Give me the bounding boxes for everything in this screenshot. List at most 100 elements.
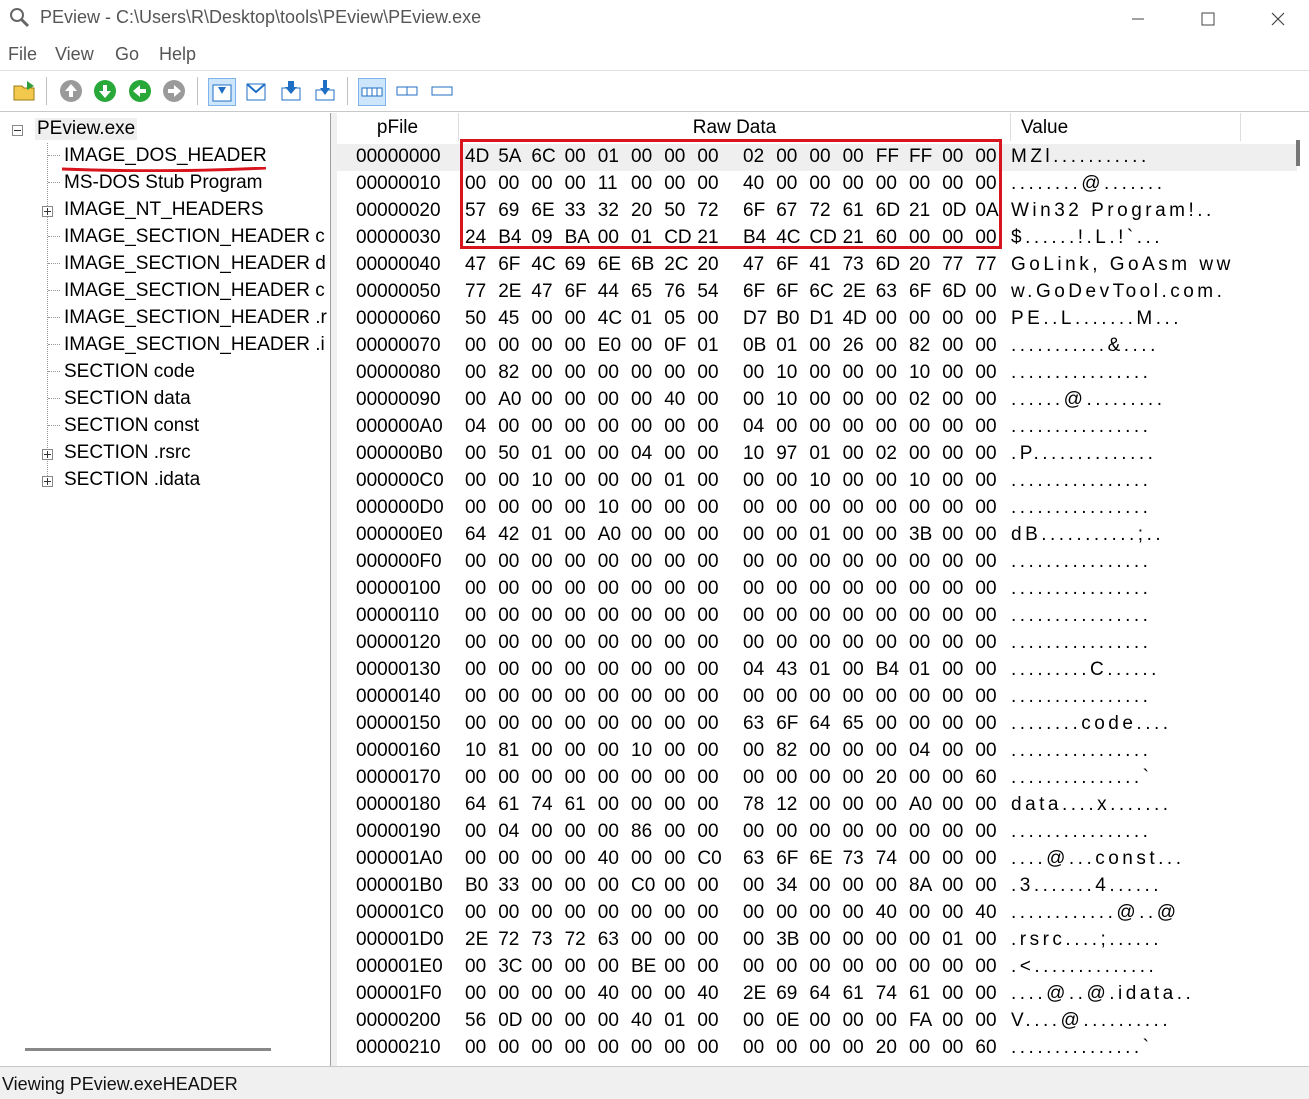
tree-item-section-header-const[interactable]: IMAGE_SECTION_HEADER c	[64, 280, 325, 302]
table-row[interactable]: 000001D0 2E 72 73 72 63 00 00 00 00 3B 00 00 00 00 01 00…	[337, 927, 1297, 954]
table-row[interactable]: 00000200 56 0D 00 00 00 40 01 00 00 0E 00 00 00 FA 00 00…	[337, 1008, 1297, 1035]
hex-byte: 00	[743, 524, 765, 545]
up-arrow-icon[interactable]	[58, 78, 84, 104]
export-down-icon[interactable]	[312, 78, 338, 104]
tree-item-section-header-code[interactable]: IMAGE_SECTION_HEADER c	[64, 226, 325, 248]
menu-view[interactable]: View	[55, 44, 94, 65]
hex-byte: B4	[875, 659, 900, 680]
expand-toggle-nt-headers[interactable]	[42, 206, 53, 217]
column-pfile[interactable]: pFile	[337, 113, 459, 141]
hex-byte: 97	[776, 443, 798, 464]
tree-item-section-idata[interactable]: SECTION .idata	[64, 469, 200, 491]
hex-byte: 00	[875, 389, 897, 410]
hex-byte: 00	[697, 821, 719, 842]
maximize-button[interactable]	[1173, 0, 1243, 38]
hex-byte: 00	[498, 713, 520, 734]
table-row[interactable]: 000001C0 00 00 00 00 00 00 00 00 00 00 00 00 40 00 00 40…	[337, 900, 1297, 927]
table-row[interactable]: 00000180 64 61 74 61 00 00 00 00 78 12 00 00 00 A0 00 00…	[337, 792, 1297, 819]
back-arrow-icon[interactable]	[127, 78, 153, 104]
table-row[interactable]: 000000E0 64 42 01 00 A0 00 00 00 00 00 01 00 00 3B 00 00…	[337, 522, 1297, 549]
tree-item-section-code[interactable]: SECTION code	[64, 361, 195, 383]
row-value: .P..............	[1011, 443, 1157, 464]
tree-item-section-header-idata[interactable]: IMAGE_SECTION_HEADER .i	[64, 334, 325, 356]
byte-view-icon[interactable]	[358, 78, 386, 106]
table-row[interactable]: 000001B0 B0 33 00 00 00 C0 00 00 00 34 00 00 00 8A 00 00…	[337, 873, 1297, 900]
table-row[interactable]: 00000110 00 00 00 00 00 00 00 00 00 00 00 00 00 00 00 00…	[337, 603, 1297, 630]
row-value: ....@...const...	[1011, 848, 1185, 869]
table-row[interactable]: 000000D0 00 00 00 00 10 00 00 00 00 00 00 00 00 00 00 00…	[337, 495, 1297, 522]
hex-byte: 00	[597, 470, 619, 491]
tree-item-ms-dos-stub[interactable]: MS-DOS Stub Program	[64, 172, 263, 194]
column-raw-data[interactable]: Raw Data	[459, 113, 1011, 141]
view-mail-icon[interactable]	[243, 78, 269, 104]
hex-byte: 00	[842, 686, 864, 707]
collapse-toggle-root[interactable]	[12, 125, 23, 136]
tree-item-section-rsrc[interactable]: SECTION .rsrc	[64, 442, 191, 464]
hex-byte: 00	[564, 713, 586, 734]
table-row[interactable]: 000001A0 00 00 00 00 40 00 00 C0 63 6F 6E 73 74 00 00 00…	[337, 846, 1297, 873]
save-down-icon[interactable]	[278, 78, 304, 104]
menu-go[interactable]: Go	[115, 44, 139, 65]
table-row[interactable]: 000001F0 00 00 00 00 40 00 00 40 2E 69 64 61 74 61 00 00…	[337, 981, 1297, 1008]
table-row[interactable]: 00000120 00 00 00 00 00 00 00 00 00 00 00 00 00 00 00 00…	[337, 630, 1297, 657]
word-view-icon[interactable]	[394, 78, 420, 104]
hex-byte: 10	[776, 362, 798, 383]
table-row[interactable]: 00000050 77 2E 47 6F 44 65 76 54 6F 6F 6C 2E 63 6F 6D 00…	[337, 279, 1297, 306]
table-row[interactable]: 00000150 00 00 00 00 00 00 00 00 63 6F 64 65 00 00 00 00…	[337, 711, 1297, 738]
table-row[interactable]: 000001E0 00 3C 00 00 00 BE 00 00 00 00 00 00 00 00 00 00…	[337, 954, 1297, 981]
hex-byte: 01	[809, 524, 831, 545]
tree-item-section-const[interactable]: SECTION const	[64, 415, 199, 437]
tree-item-section-header-rsrc[interactable]: IMAGE_SECTION_HEADER .r	[64, 307, 327, 329]
hex-byte: 50	[465, 308, 487, 329]
menu-file[interactable]: File	[8, 44, 37, 65]
dword-view-icon[interactable]	[429, 78, 455, 104]
down-arrow-icon[interactable]	[92, 78, 118, 104]
table-row[interactable]: 000000F0 00 00 00 00 00 00 00 00 00 00 00 00 00 00 00 00…	[337, 549, 1297, 576]
hex-byte: 00	[875, 578, 897, 599]
table-row[interactable]: 00000090 00 A0 00 00 00 00 40 00 00 10 00 00 00 02 00 00…	[337, 387, 1297, 414]
table-row[interactable]: 000000B0 00 50 01 00 00 04 00 00 10 97 01 00 02 00 00 00…	[337, 441, 1297, 468]
minimize-button[interactable]	[1103, 0, 1173, 38]
table-row[interactable]: 00000160 10 81 00 00 00 10 00 00 00 82 00 00 00 04 00 00…	[337, 738, 1297, 765]
hex-byte: 40	[875, 902, 897, 923]
hex-byte: 00	[975, 983, 997, 1004]
toolbar	[0, 70, 1309, 112]
hex-byte: 00	[564, 524, 586, 545]
table-row[interactable]: 00000100 00 00 00 00 00 00 00 00 00 00 00 00 00 00 00 00…	[337, 576, 1297, 603]
table-row[interactable]: 00000140 00 00 00 00 00 00 00 00 00 00 00 00 00 00 00 00…	[337, 684, 1297, 711]
hex-byte: 04	[465, 416, 487, 437]
table-row[interactable]: 000000A0 04 00 00 00 00 00 00 00 04 00 00 00 00 00 00 00…	[337, 414, 1297, 441]
table-row[interactable]: 00000070 00 00 00 00 E0 00 0F 01 0B 01 00 26 00 82 00 00…	[337, 333, 1297, 360]
close-button[interactable]	[1243, 0, 1309, 38]
tree-item-section-data[interactable]: SECTION data	[64, 388, 191, 410]
column-value[interactable]: Value	[1011, 113, 1241, 141]
table-row[interactable]: 00000190 00 04 00 00 00 86 00 00 00 00 00 00 00 00 00 00…	[337, 819, 1297, 846]
expand-toggle-idata[interactable]	[42, 476, 53, 487]
table-row[interactable]: 000000C0 00 00 10 00 00 00 01 00 00 00 10 00 00 10 00 00…	[337, 468, 1297, 495]
row-value: ................	[1011, 551, 1152, 572]
tree-horizontal-scrollbar[interactable]	[25, 1048, 271, 1051]
tree-item-image-nt-headers[interactable]: IMAGE_NT_HEADERS	[64, 199, 264, 221]
forward-arrow-icon[interactable]	[161, 78, 187, 104]
tree-root[interactable]: PEview.exe	[35, 118, 138, 140]
table-row[interactable]: 00000170 00 00 00 00 00 00 00 00 00 00 00 00 20 00 00 60…	[337, 765, 1297, 792]
table-row[interactable]: 00000130 00 00 00 00 00 00 00 00 04 43 01 00 B4 01 00 00…	[337, 657, 1297, 684]
hex-byte: 8A	[909, 875, 933, 896]
tree-item-image-dos-header[interactable]: IMAGE_DOS_HEADER	[64, 145, 267, 167]
hex-byte: 00	[531, 578, 553, 599]
hex-byte: 00	[664, 767, 686, 788]
tree-item-section-header-data[interactable]: IMAGE_SECTION_HEADER d	[64, 253, 326, 275]
hex-byte: 00	[465, 848, 487, 869]
table-row[interactable]: 00000080 00 82 00 00 00 00 00 00 00 10 00 00 00 10 00 00…	[337, 360, 1297, 387]
menu-help[interactable]: Help	[159, 44, 196, 65]
hex-byte: 00	[631, 659, 653, 680]
expand-toggle-rsrc[interactable]	[42, 449, 53, 460]
vertical-scrollbar-thumb[interactable]	[1296, 140, 1300, 166]
view-hex-icon[interactable]	[208, 78, 236, 106]
hex-byte: D1	[809, 308, 834, 329]
table-row[interactable]: 00000040 47 6F 4C 69 6E 6B 2C 20 47 6F 41 73 6D 20 77 77…	[337, 252, 1297, 279]
hex-byte: 00	[664, 362, 686, 383]
table-row[interactable]: 00000060 50 45 00 00 4C 01 05 00 D7 B0 D1 4D 00 00 00 00…	[337, 306, 1297, 333]
open-folder-icon[interactable]	[12, 78, 38, 104]
table-row[interactable]: 00000210 00 00 00 00 00 00 00 00 00 00 00 00 20 00 00 60…	[337, 1035, 1297, 1062]
